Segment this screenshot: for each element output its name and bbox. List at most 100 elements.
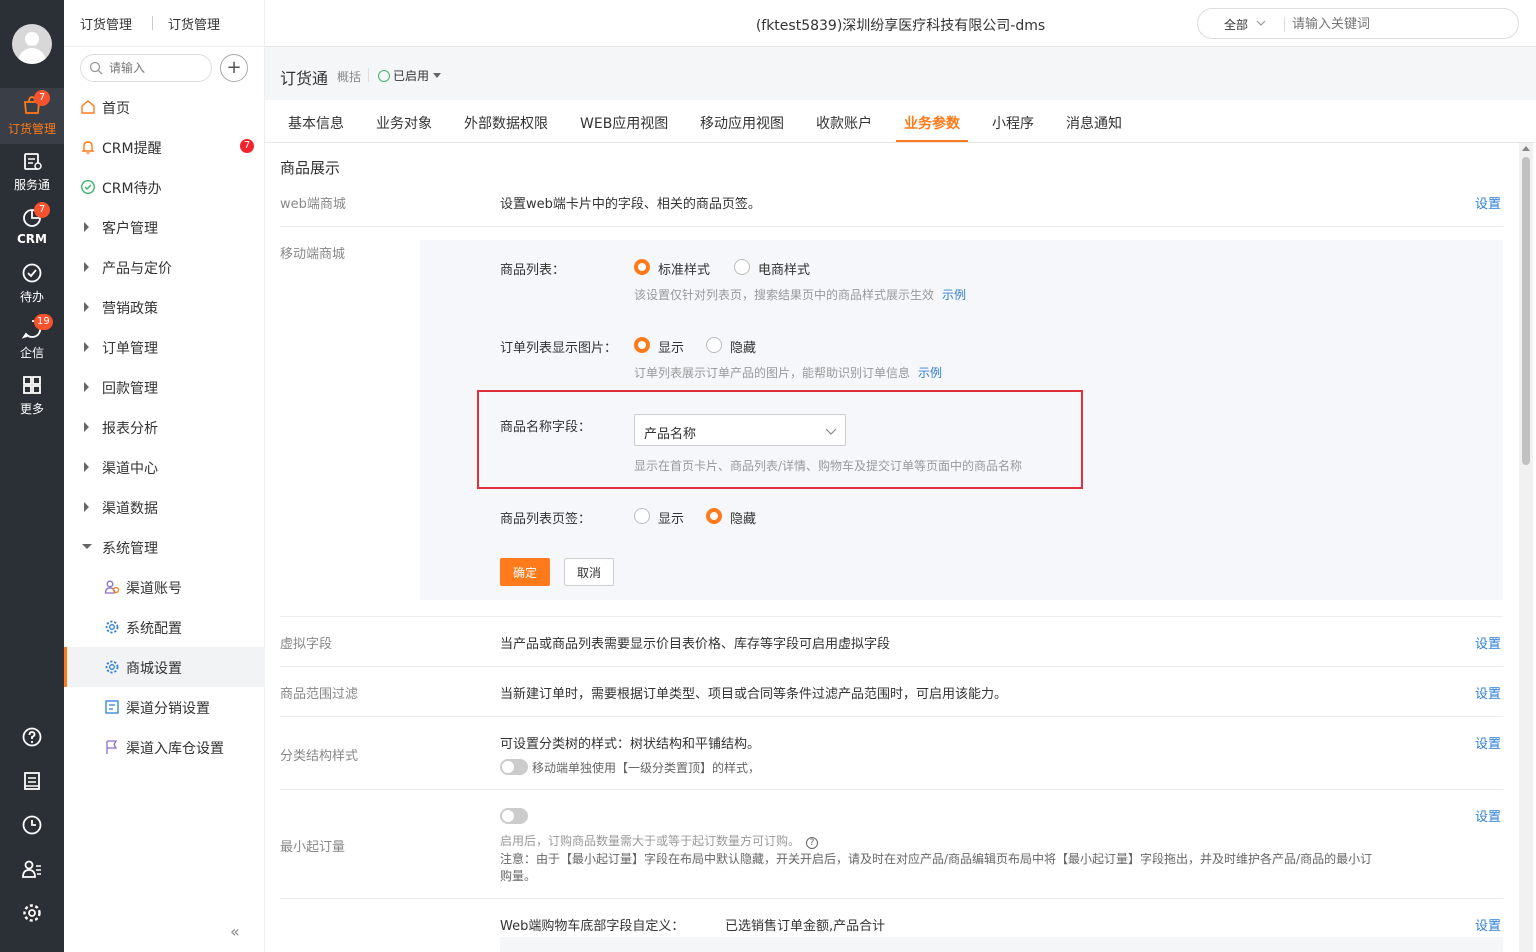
nav-label: 营销政策 <box>102 301 158 317</box>
virtual-field-settings-link[interactable]: 设置 <box>1475 633 1501 652</box>
tab-business-params[interactable]: 业务参数 <box>904 113 960 133</box>
user-avatar[interactable] <box>12 24 52 64</box>
order-image-label: 订单列表显示图片： <box>500 341 618 356</box>
nav-item-crm-reminder[interactable]: CRM提醒 7 <box>64 127 265 167</box>
clock-icon[interactable] <box>21 814 43 836</box>
expand-arrow-icon <box>84 502 89 512</box>
nav-item-channel-center[interactable]: 渠道中心 <box>64 447 265 487</box>
expand-arrow-icon <box>84 222 89 232</box>
tab-basic-info[interactable]: 基本信息 <box>288 113 344 133</box>
service-icon <box>24 153 42 170</box>
nav-item-system-config[interactable]: 系统配置 <box>64 607 265 647</box>
rail-item-crm[interactable]: 7 CRM <box>0 200 64 256</box>
expand-arrow-icon <box>84 462 89 472</box>
global-search[interactable]: 全部 <box>1197 8 1519 39</box>
menu-search-input[interactable] <box>109 59 207 77</box>
radio-ecommerce-style[interactable] <box>734 259 750 275</box>
radio-show-image[interactable] <box>634 337 650 353</box>
category-style-desc: 可设置分类树的样式：树状结构和平铺结构。 <box>500 737 761 752</box>
expand-arrow-icon <box>84 382 89 392</box>
user-list-icon[interactable] <box>21 858 43 880</box>
nav-item-home[interactable]: 首页 <box>64 87 265 127</box>
example-link[interactable]: 示例 <box>942 288 966 302</box>
nav-item-customer[interactable]: 客户管理 <box>64 207 265 247</box>
nav-label: CRM提醒 <box>102 141 162 157</box>
notebook-icon[interactable] <box>21 770 43 792</box>
rail-item-messenger[interactable]: 19 企信 <box>0 312 64 368</box>
min-order-note: 注意：由于【最小起订量】字段在布局中默认隐藏，开关开启后，请及时在对应产品/商品… <box>500 852 1373 866</box>
nav-item-crm-todo[interactable]: CRM待办 <box>64 167 265 207</box>
nav-item-order[interactable]: 订单管理 <box>64 327 265 367</box>
tab-mini-program[interactable]: 小程序 <box>992 113 1034 133</box>
tab-notifications[interactable]: 消息通知 <box>1066 113 1122 133</box>
mobile-mall-label: 移动端商城 <box>280 247 346 262</box>
collapse-menu-button[interactable]: « <box>230 922 240 941</box>
nav-label: 产品与定价 <box>102 261 172 277</box>
nav-item-channel-data[interactable]: 渠道数据 <box>64 487 265 527</box>
rail-label: 更多 <box>19 402 44 416</box>
nav-item-channel-distribution[interactable]: 渠道分销设置 <box>64 687 265 727</box>
rail-item-order-management[interactable]: 7 订货管理 <box>0 88 64 144</box>
scroll-thumb[interactable] <box>1522 157 1530 465</box>
nav-item-report[interactable]: 报表分析 <box>64 407 265 447</box>
global-search-input[interactable] <box>1292 15 1492 33</box>
caret-down-icon <box>433 73 442 78</box>
menu-search[interactable] <box>80 54 212 82</box>
radio-show-tab[interactable] <box>634 508 650 524</box>
nav-item-mall-settings[interactable]: 商城设置 <box>64 647 265 687</box>
nav-label: 渠道分销设置 <box>126 701 210 717</box>
nav-item-system[interactable]: 系统管理 <box>64 527 265 567</box>
radio-hide-tab[interactable] <box>706 508 722 524</box>
status-dropdown[interactable]: 已启用 <box>378 67 442 84</box>
cancel-button[interactable]: 取消 <box>564 558 614 586</box>
chevron-down-icon <box>1256 20 1266 26</box>
radio-label: 显示 <box>658 512 685 527</box>
nav-label: 渠道入库仓设置 <box>126 741 224 757</box>
category-style-settings-link[interactable]: 设置 <box>1475 733 1501 752</box>
range-filter-settings-link[interactable]: 设置 <box>1475 683 1501 702</box>
help-icon[interactable] <box>21 726 43 748</box>
section-title: 商品展示 <box>280 159 341 177</box>
radio-hide-image[interactable] <box>706 337 722 353</box>
nav-item-marketing[interactable]: 营销政策 <box>64 287 265 327</box>
min-order-settings-link[interactable]: 设置 <box>1475 806 1501 825</box>
rail-item-todo[interactable]: 待办 <box>0 256 64 312</box>
radio-standard-style[interactable] <box>634 259 650 275</box>
divider <box>280 716 1503 717</box>
search-scope-select[interactable]: 全部 <box>1224 16 1248 33</box>
rail-label: 待办 <box>19 290 44 304</box>
product-name-field-select[interactable]: 产品名称 <box>634 414 846 446</box>
category-top-toggle[interactable] <box>500 759 528 775</box>
scrollbar[interactable] <box>1519 143 1533 952</box>
gear-icon[interactable] <box>21 902 43 924</box>
breadcrumb-app[interactable]: 订货管理 <box>80 14 132 33</box>
check-circle-icon <box>378 70 390 82</box>
rail-item-more[interactable]: 更多 <box>0 368 64 424</box>
overview-link[interactable]: 概括 <box>337 68 361 85</box>
tab-external-permission[interactable]: 外部数据权限 <box>464 113 548 133</box>
category-toggle-label: 移动端单独使用【一级分类置顶】的样式， <box>532 761 761 775</box>
help-icon[interactable]: ? <box>806 837 819 849</box>
nav-item-channel-warehouse[interactable]: 渠道入库仓设置 <box>64 727 265 767</box>
min-order-toggle[interactable] <box>500 808 528 824</box>
bell-icon <box>81 141 95 154</box>
divider <box>1284 17 1285 32</box>
rail-item-service[interactable]: 服务通 <box>0 144 64 200</box>
divider <box>280 616 1503 617</box>
tab-web-view[interactable]: WEB应用视图 <box>580 113 668 133</box>
distribution-icon <box>105 700 119 714</box>
virtual-field-label: 虚拟字段 <box>280 637 333 652</box>
example-link[interactable]: 示例 <box>918 366 942 380</box>
nav-item-payment[interactable]: 回款管理 <box>64 367 265 407</box>
web-mall-desc: 设置web端卡片中的字段、相关的商品页签。 <box>500 197 761 212</box>
tab-payment-account[interactable]: 收款账户 <box>816 113 872 133</box>
add-button[interactable]: + <box>220 54 248 82</box>
tab-mobile-view[interactable]: 移动应用视图 <box>700 113 784 133</box>
confirm-button[interactable]: 确定 <box>500 558 550 586</box>
web-mall-settings-link[interactable]: 设置 <box>1475 193 1501 212</box>
tab-business-objects[interactable]: 业务对象 <box>376 113 432 133</box>
nav-item-product[interactable]: 产品与定价 <box>64 247 265 287</box>
scroll-up-icon[interactable] <box>1522 146 1530 151</box>
nav-item-channel-account[interactable]: 渠道账号 <box>64 567 265 607</box>
cart-footer-settings-link[interactable]: 设置 <box>1475 915 1501 934</box>
